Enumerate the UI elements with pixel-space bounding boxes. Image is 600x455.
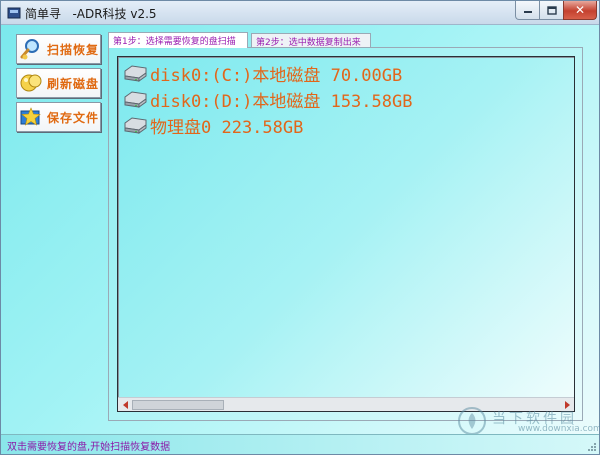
scan-recover-button[interactable]: 扫描恢复 (16, 34, 101, 64)
disk-list[interactable]: disk0:(C:)本地磁盘 70.00GB disk0:(D:)本地磁盘 15… (117, 56, 575, 412)
disk-item-physical[interactable]: 物理盘0 223.58GB (122, 113, 304, 138)
maximize-button[interactable] (539, 1, 564, 20)
disk-item-c[interactable]: disk0:(C:)本地磁盘 70.00GB (122, 61, 403, 86)
minimize-icon (523, 11, 532, 13)
arrow-left-icon (122, 400, 128, 409)
scroll-left-button[interactable] (119, 399, 131, 410)
disk-label: disk0:(D:)本地磁盘 153.58GB (150, 91, 413, 112)
magnifier-icon (20, 39, 39, 60)
resize-grip-icon[interactable] (587, 442, 597, 452)
save-star-icon (20, 107, 41, 126)
disk-item-d[interactable]: disk0:(D:)本地磁盘 153.58GB (122, 87, 413, 112)
watermark: 当下软件园 www.downxia.com (456, 406, 600, 436)
window-title: 简单寻 -ADR科技 v2.5 (25, 7, 157, 21)
hard-disk-icon (124, 91, 147, 108)
title-bar[interactable]: 简单寻 -ADR科技 v2.5 ✕ (1, 1, 599, 25)
tab-step1[interactable]: 第1步：选择需要恢复的盘扫描 (108, 32, 248, 48)
status-text: 双击需要恢复的盘,开始扫描恢复数据 (7, 442, 171, 453)
app-window: 简单寻 -ADR科技 v2.5 ✕ 扫描恢复 刷新磁盘 保存文件 第1步：选择需… (0, 0, 600, 455)
save-file-label: 保存文件 (47, 111, 100, 125)
refresh-disk-button[interactable]: 刷新磁盘 (16, 68, 101, 98)
watermark-logo-icon (457, 406, 487, 436)
scrollbar-thumb[interactable] (132, 400, 224, 410)
app-icon (7, 7, 21, 19)
minimize-button[interactable] (515, 1, 540, 20)
status-bar: 双击需要恢复的盘,开始扫描恢复数据 (1, 434, 599, 454)
tab-step2[interactable]: 第2步：选中数据复制出来 (251, 33, 371, 48)
disk-label: disk0:(C:)本地磁盘 70.00GB (150, 65, 403, 86)
save-file-button[interactable]: 保存文件 (16, 102, 101, 132)
refresh-disk-label: 刷新磁盘 (47, 77, 100, 91)
close-icon: ✕ (574, 3, 586, 17)
scan-recover-label: 扫描恢复 (47, 43, 100, 57)
refresh-disk-icon (20, 74, 42, 92)
watermark-url: www.downxia.com (518, 424, 600, 434)
disk-label: 物理盘0 223.58GB (150, 117, 304, 138)
close-button[interactable]: ✕ (563, 1, 597, 20)
hard-disk-icon (124, 65, 147, 82)
maximize-icon (546, 5, 557, 15)
hard-disk-icon (124, 117, 147, 134)
